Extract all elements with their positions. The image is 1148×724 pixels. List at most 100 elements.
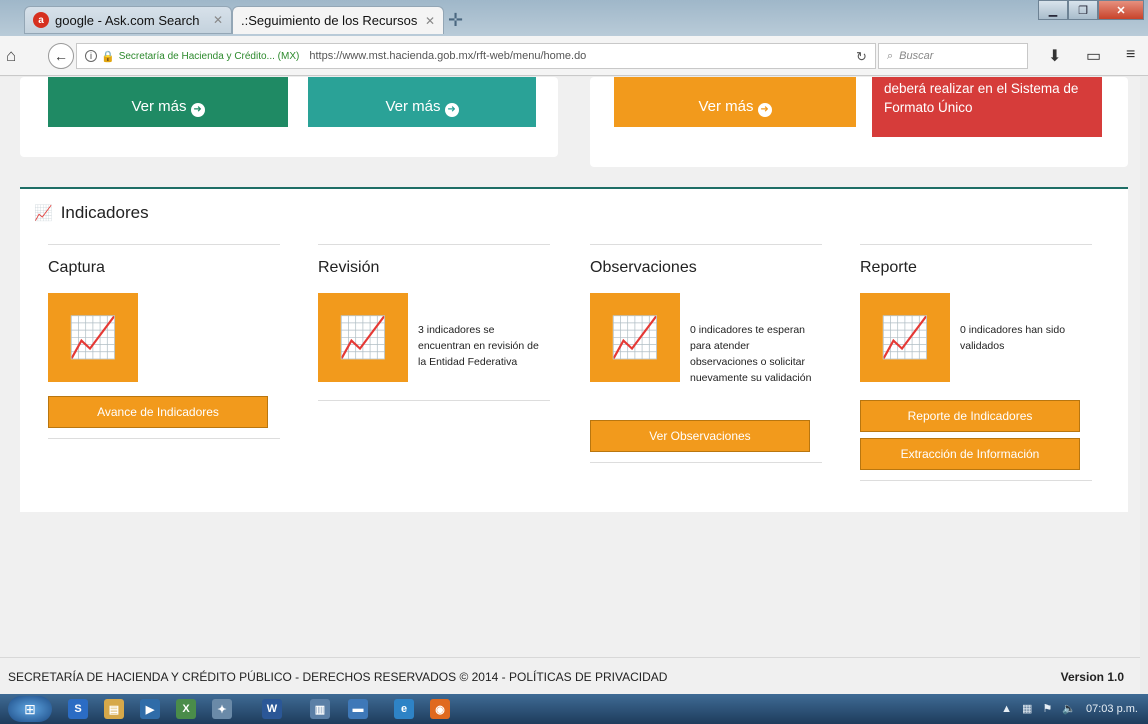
indicator-column-reporte: Reporte 📈 0 indicadores han sido validad…	[860, 244, 1092, 481]
indicator-description: 3 indicadores se encuentran en revisión …	[418, 324, 539, 368]
divider	[318, 400, 550, 401]
indicator-column-observaciones: Observaciones 📈 0 indicadores te esperan…	[590, 244, 822, 463]
avance-indicadores-button[interactable]: Avance de Indicadores	[48, 396, 268, 428]
section-title: Indicadores	[60, 203, 149, 222]
arrow-circle-icon: ➜	[444, 103, 459, 117]
window-controls: ▁ ❐ ✕	[1038, 0, 1144, 20]
summary-tile-green: Ver más ➜	[48, 77, 288, 127]
column-title: Observaciones	[590, 259, 697, 276]
close-window-button[interactable]: ✕	[1098, 0, 1144, 20]
divider	[860, 244, 1092, 245]
page-content: Ver más ➜ Ver más ➜ Ver más ➜ deberá realiz…	[0, 77, 1140, 694]
ver-mas-label: Ver más	[698, 98, 754, 115]
divider	[590, 462, 822, 463]
summary-tile-orange: Ver más ➜	[614, 77, 856, 127]
info-icon[interactable]: i	[85, 50, 97, 62]
minimize-button[interactable]: ▁	[1038, 0, 1068, 20]
indicator-tile: 📈	[860, 293, 950, 382]
taskbar-app-skype[interactable]: S	[68, 699, 88, 719]
search-input[interactable]: ⌕ Buscar	[878, 43, 1028, 69]
taskbar-app-ie[interactable]: e	[394, 699, 414, 719]
taskbar-app-archive[interactable]: ▬	[348, 699, 368, 719]
reload-icon[interactable]: ↻	[856, 49, 867, 65]
tab-ask-search[interactable]: a google - Ask.com Search ✕	[24, 6, 232, 34]
ver-mas-link[interactable]: Ver más ➜	[308, 98, 536, 117]
tab-title: google - Ask.com Search	[55, 12, 200, 28]
red-tile-text: deberá realizar en el Sistema de Formato…	[884, 81, 1079, 115]
indicator-column-revision: Revisión 📈 3 indicadores se encuentran e…	[318, 244, 550, 401]
divider	[48, 438, 280, 439]
back-arrow-icon: ←	[54, 48, 68, 64]
download-icon[interactable]: ⬇	[1048, 46, 1061, 66]
url-text: https://www.mst.hacienda.gob.mx/rft-web/…	[309, 50, 587, 62]
trend-chart-icon: 📈	[610, 316, 660, 360]
taskbar-app-media[interactable]: ▶	[140, 699, 160, 719]
site-identity: Secretaría de Hacienda y Crédito... (MX)	[118, 50, 300, 62]
column-title: Captura	[48, 259, 105, 276]
divider	[318, 244, 550, 245]
flag-icon[interactable]: ⚑	[1042, 702, 1052, 715]
page-footer: SECRETARÍA DE HACIENDA Y CRÉDITO PÚBLICO…	[0, 657, 1140, 694]
indicator-column-captura: Captura 📈 Avance de Indicadores	[48, 244, 280, 439]
indicator-description: 0 indicadores han sido validados	[960, 324, 1066, 352]
indicator-tile: 📈	[48, 293, 138, 382]
close-tab-icon[interactable]: ✕	[213, 13, 223, 27]
windows-taskbar: ⊞ S ▤ ▶ X ✦ W ▥ ▬ e ◉ ▲ ▦ ⚑ 🔈 07:03 p.m.	[0, 694, 1148, 724]
taskbar-app-firefox[interactable]: ◉	[430, 699, 450, 719]
extraccion-informacion-button[interactable]: Extracción de Información	[860, 438, 1080, 470]
indicadores-panel: 📈 Indicadores Captura 📈 Avance de Indica…	[20, 187, 1128, 512]
ask-icon: a	[33, 12, 49, 28]
maximize-button[interactable]: ❐	[1068, 0, 1098, 20]
taskbar-app-document[interactable]: ▥	[310, 699, 330, 719]
trend-chart-icon: 📈	[880, 316, 930, 360]
indicator-description: 0 indicadores te esperan para atender ob…	[690, 324, 812, 384]
home-icon[interactable]: ⌂	[6, 46, 16, 66]
arrow-circle-icon: ➜	[190, 103, 205, 117]
search-icon: ⌕	[887, 49, 894, 62]
address-bar[interactable]: i 🔒 Secretaría de Hacienda y Crédito... …	[76, 43, 876, 69]
volume-icon[interactable]: 🔈	[1062, 702, 1076, 715]
new-tab-icon[interactable]: ✛	[448, 10, 463, 31]
back-button[interactable]: ←	[48, 43, 74, 69]
summary-card-left: Ver más ➜ Ver más ➜	[20, 77, 558, 157]
taskbar-app-excel[interactable]: X	[176, 699, 196, 719]
trend-chart-icon: 📈	[68, 316, 118, 360]
network-icon[interactable]: ▦	[1022, 702, 1032, 715]
divider	[590, 244, 822, 245]
search-placeholder: Buscar	[899, 50, 934, 62]
sidebar-icon[interactable]: ▭	[1086, 46, 1101, 66]
ver-observaciones-button[interactable]: Ver Observaciones	[590, 420, 810, 452]
indicator-tile: 📈	[590, 293, 680, 382]
trend-chart-icon: 📈	[338, 316, 388, 360]
summary-tile-red: deberá realizar en el Sistema de Formato…	[872, 77, 1102, 137]
clock[interactable]: 07:03 p.m.	[1086, 703, 1138, 715]
tab-seguimiento[interactable]: .:Seguimiento de los Recursos ... ✕	[232, 6, 444, 34]
browser-tab-bar: a google - Ask.com Search ✕ .:Seguimient…	[0, 0, 1148, 36]
tab-title: .:Seguimiento de los Recursos ...	[241, 13, 419, 28]
footer-text[interactable]: SECRETARÍA DE HACIENDA Y CRÉDITO PÚBLICO…	[8, 670, 667, 684]
tray-arrow-icon[interactable]: ▲	[1001, 703, 1012, 715]
version-label: Version 1.0	[1060, 670, 1124, 684]
taskbar-app-explorer[interactable]: ▤	[104, 699, 124, 719]
taskbar-app-word[interactable]: W	[262, 699, 282, 719]
ver-mas-label: Ver más	[131, 98, 187, 115]
summary-card-right: Ver más ➜ deberá realizar en el Sistema d…	[590, 77, 1128, 167]
start-button[interactable]: ⊞	[8, 696, 52, 722]
windows-logo-icon: ⊞	[24, 701, 36, 717]
reporte-indicadores-button[interactable]: Reporte de Indicadores	[860, 400, 1080, 432]
summary-tile-teal: Ver más ➜	[308, 77, 536, 127]
menu-icon[interactable]: ≡	[1126, 46, 1135, 64]
column-title: Reporte	[860, 259, 917, 276]
indicator-tile: 📈	[318, 293, 408, 382]
column-title: Revisión	[318, 259, 380, 276]
close-tab-icon[interactable]: ✕	[425, 14, 435, 28]
divider	[48, 244, 280, 245]
lock-icon: 🔒	[101, 50, 115, 63]
line-chart-icon: 📈	[34, 205, 53, 222]
ver-mas-link[interactable]: Ver más ➜	[614, 98, 856, 117]
arrow-circle-icon: ➜	[757, 103, 772, 117]
ver-mas-link[interactable]: Ver más ➜	[48, 98, 288, 117]
taskbar-app-tool[interactable]: ✦	[212, 699, 232, 719]
ver-mas-label: Ver más	[385, 98, 441, 115]
system-tray: ▲ ▦ ⚑ 🔈 07:03 p.m.	[1001, 702, 1138, 716]
